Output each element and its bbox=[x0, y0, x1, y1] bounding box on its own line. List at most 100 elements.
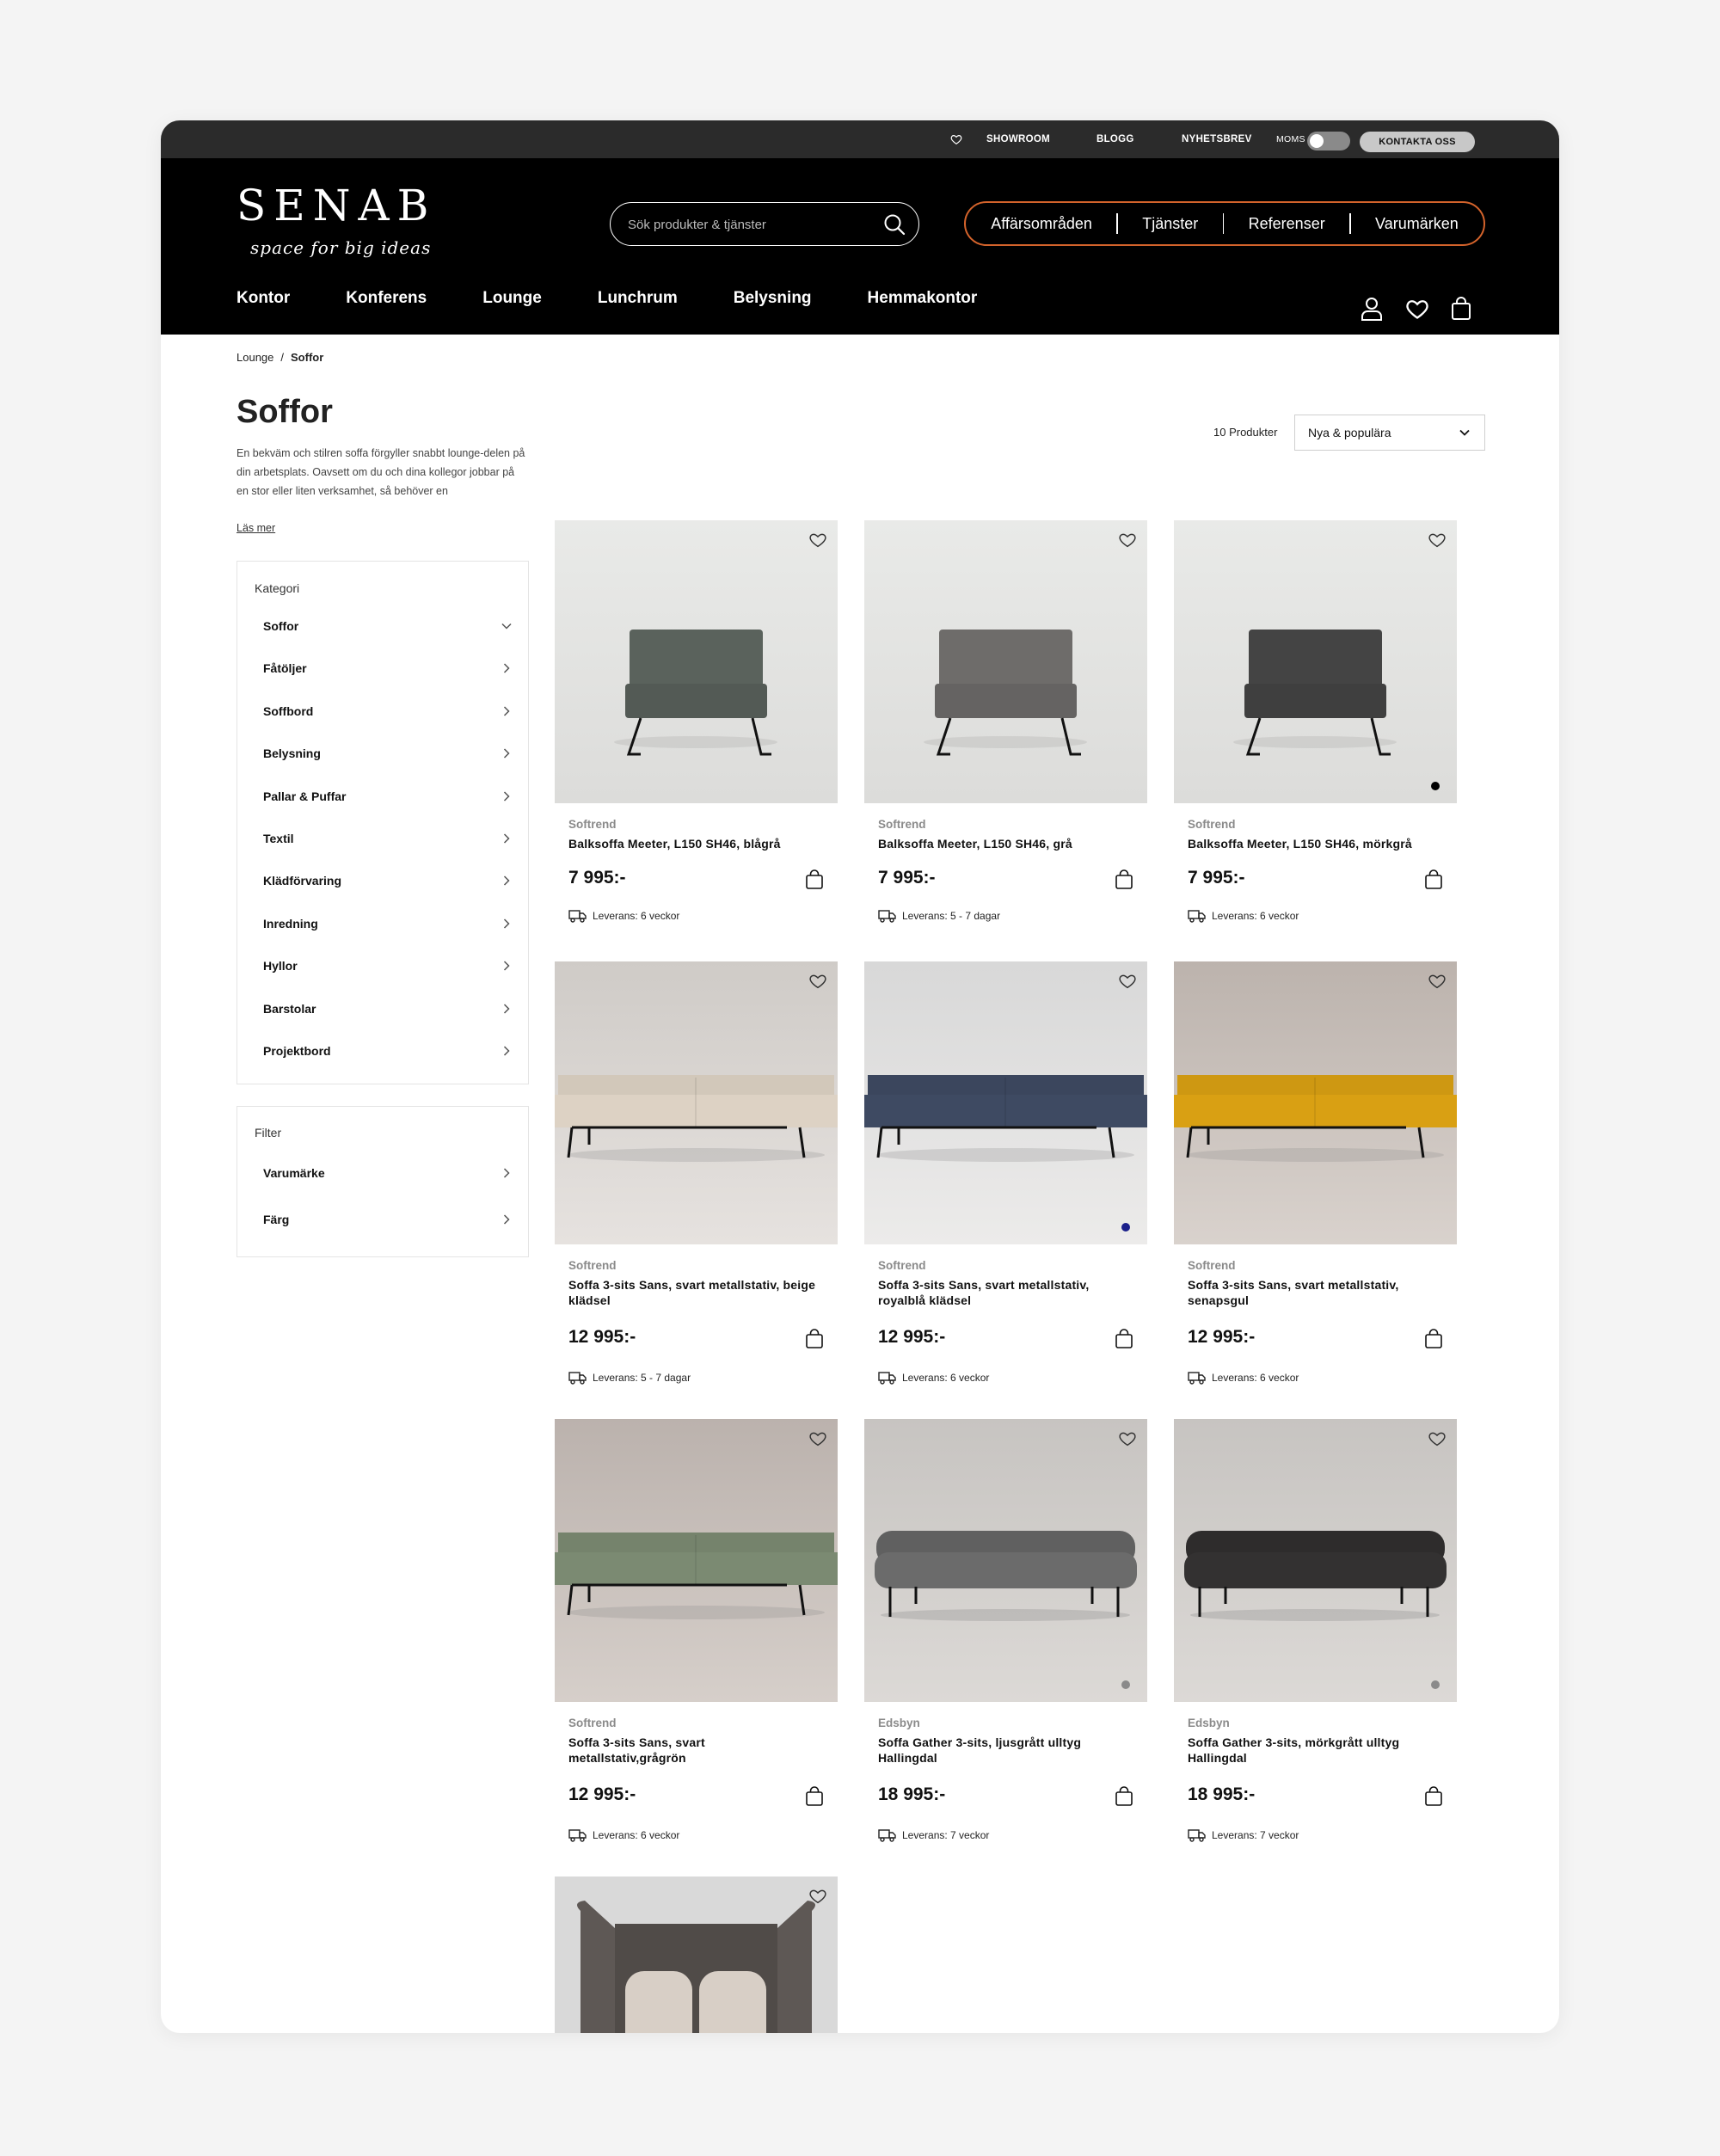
page-description: En bekväm och stilren soffa förgyller sn… bbox=[236, 447, 525, 497]
heart-icon[interactable] bbox=[1428, 531, 1447, 550]
heart-icon[interactable] bbox=[808, 1429, 827, 1448]
delivery-info: Leverans: 6 veckor bbox=[568, 909, 679, 923]
logo[interactable]: SENAB bbox=[236, 181, 436, 230]
search-input[interactable] bbox=[628, 214, 869, 235]
add-to-cart-icon[interactable] bbox=[805, 869, 824, 890]
page-title: Soffor bbox=[236, 394, 333, 430]
add-to-cart-icon[interactable] bbox=[1424, 1786, 1443, 1807]
heart-icon[interactable] bbox=[1118, 972, 1137, 991]
category-item[interactable]: Klädförvaring bbox=[263, 868, 513, 894]
contact-button[interactable]: KONTAKTA OSS bbox=[1360, 132, 1475, 152]
product-image-container[interactable] bbox=[555, 520, 838, 803]
color-swatch[interactable] bbox=[1121, 1680, 1130, 1689]
category-label: Belysning bbox=[263, 746, 321, 761]
category-item[interactable]: Projektbord bbox=[263, 1038, 513, 1064]
product-name[interactable]: Soffa 3-sits Sans, svart metallstativ, s… bbox=[1188, 1277, 1437, 1308]
product-image-container[interactable] bbox=[1174, 961, 1457, 1244]
heart-icon[interactable] bbox=[950, 133, 962, 145]
breadcrumb-current: Soffor bbox=[291, 351, 324, 364]
category-item[interactable]: Pallar & Puffar bbox=[263, 783, 513, 809]
product-image-container[interactable] bbox=[864, 961, 1147, 1244]
user-icon[interactable] bbox=[1361, 297, 1383, 321]
nav-affarsomraden[interactable]: Affärsområden bbox=[986, 215, 1097, 233]
wishlist-icon[interactable] bbox=[1405, 297, 1429, 321]
category-item[interactable]: Inredning bbox=[263, 911, 513, 937]
add-to-cart-icon[interactable] bbox=[1115, 1786, 1133, 1807]
filter-item[interactable]: Färg bbox=[263, 1207, 513, 1232]
delivery-info: Leverans: 7 veckor bbox=[878, 1828, 989, 1842]
category-item[interactable]: Fåtöljer bbox=[263, 655, 513, 681]
moms-toggle[interactable] bbox=[1307, 132, 1350, 150]
category-heading: Kategori bbox=[255, 581, 300, 595]
category-item[interactable]: Textil bbox=[263, 826, 513, 851]
heart-icon[interactable] bbox=[1428, 1429, 1447, 1448]
nav-referenser[interactable]: Referenser bbox=[1244, 215, 1330, 233]
product-image-container[interactable] bbox=[1174, 520, 1457, 803]
color-swatch[interactable] bbox=[1431, 1680, 1440, 1689]
product-price: 12 995:- bbox=[568, 1784, 636, 1804]
breadcrumb-parent[interactable]: Lounge bbox=[236, 351, 273, 364]
category-item[interactable]: Hyllor bbox=[263, 953, 513, 979]
product-name[interactable]: Balksoffa Meeter, L150 SH46, grå bbox=[878, 836, 1127, 851]
color-swatch[interactable] bbox=[1431, 782, 1440, 790]
product-name[interactable]: Soffa Gather 3-sits, mörkgrått ulltyg Ha… bbox=[1188, 1735, 1437, 1766]
category-item[interactable]: Soffbord bbox=[263, 698, 513, 724]
product-image-container[interactable] bbox=[1174, 1419, 1457, 1702]
blogg-link[interactable]: BLOGG bbox=[1096, 120, 1134, 158]
read-more-link[interactable]: Läs mer bbox=[236, 522, 275, 534]
product-name[interactable]: Soffa Gather 3-sits, ljusgrått ulltyg Ha… bbox=[878, 1735, 1127, 1766]
product-image-container[interactable] bbox=[864, 520, 1147, 803]
delivery-text: Leverans: 5 - 7 dagar bbox=[902, 910, 1001, 922]
heart-icon[interactable] bbox=[808, 531, 827, 550]
product-name[interactable]: Soffa 3-sits Sans, svart metallstativ,gr… bbox=[568, 1735, 818, 1766]
chevron-right-icon bbox=[503, 1214, 510, 1225]
chevron-right-icon bbox=[503, 918, 510, 929]
category-panel: Kategori Soffor Fåtöljer Soffbord Belysning… bbox=[236, 561, 529, 1084]
category-item[interactable]: Soffor bbox=[263, 613, 513, 639]
nav-belysning[interactable]: Belysning bbox=[734, 289, 812, 308]
heart-icon[interactable] bbox=[808, 1887, 827, 1906]
product-image-container[interactable] bbox=[555, 1877, 838, 2033]
add-to-cart-icon[interactable] bbox=[805, 1329, 824, 1349]
product-image bbox=[1174, 961, 1457, 1244]
category-item[interactable]: Belysning bbox=[263, 740, 513, 766]
nav-kontor[interactable]: Kontor bbox=[236, 289, 290, 308]
product-image-container[interactable] bbox=[555, 961, 838, 1244]
filter-item[interactable]: Varumärke bbox=[263, 1160, 513, 1186]
cart-icon[interactable] bbox=[1451, 297, 1471, 321]
nav-tjanster[interactable]: Tjänster bbox=[1137, 215, 1203, 233]
heart-icon[interactable] bbox=[1428, 972, 1447, 991]
showroom-link[interactable]: SHOWROOM bbox=[986, 120, 1050, 158]
sort-select[interactable]: Nya & populära bbox=[1294, 415, 1485, 451]
product-image-container[interactable] bbox=[555, 1419, 838, 1702]
nav-lounge[interactable]: Lounge bbox=[482, 289, 542, 308]
product-brand: Edsbyn bbox=[878, 1717, 920, 1729]
product-image-container[interactable] bbox=[864, 1419, 1147, 1702]
nav-lunchrum[interactable]: Lunchrum bbox=[598, 289, 678, 308]
nyhetsbrev-link[interactable]: NYHETSBREV bbox=[1182, 120, 1252, 158]
category-item[interactable]: Barstolar bbox=[263, 996, 513, 1022]
add-to-cart-icon[interactable] bbox=[805, 1786, 824, 1807]
delivery-text: Leverans: 6 veckor bbox=[593, 1829, 680, 1841]
nav-varumarken[interactable]: Varumärken bbox=[1370, 215, 1464, 233]
product-name[interactable]: Soffa 3-sits Sans, svart metallstativ, b… bbox=[568, 1277, 818, 1308]
heart-icon[interactable] bbox=[1118, 1429, 1137, 1448]
add-to-cart-icon[interactable] bbox=[1424, 1329, 1443, 1349]
add-to-cart-icon[interactable] bbox=[1424, 869, 1443, 890]
product-brand: Softrend bbox=[1188, 818, 1236, 831]
product-name[interactable]: Balksoffa Meeter, L150 SH46, blågrå bbox=[568, 836, 818, 851]
add-to-cart-icon[interactable] bbox=[1115, 869, 1133, 890]
search-icon[interactable] bbox=[882, 212, 906, 236]
heart-icon[interactable] bbox=[1118, 531, 1137, 550]
product-price: 7 995:- bbox=[568, 868, 626, 888]
delivery-text: Leverans: 7 veckor bbox=[902, 1829, 990, 1841]
product-name[interactable]: Balksoffa Meeter, L150 SH46, mörkgrå bbox=[1188, 836, 1437, 851]
color-swatch[interactable] bbox=[1121, 1223, 1130, 1232]
add-to-cart-icon[interactable] bbox=[1115, 1329, 1133, 1349]
chevron-right-icon bbox=[503, 833, 510, 844]
product-name[interactable]: Soffa 3-sits Sans, svart metallstativ, r… bbox=[878, 1277, 1127, 1308]
chevron-down-icon bbox=[1459, 429, 1470, 436]
nav-hemmakontor[interactable]: Hemmakontor bbox=[868, 289, 978, 308]
heart-icon[interactable] bbox=[808, 972, 827, 991]
nav-konferens[interactable]: Konferens bbox=[346, 289, 427, 308]
